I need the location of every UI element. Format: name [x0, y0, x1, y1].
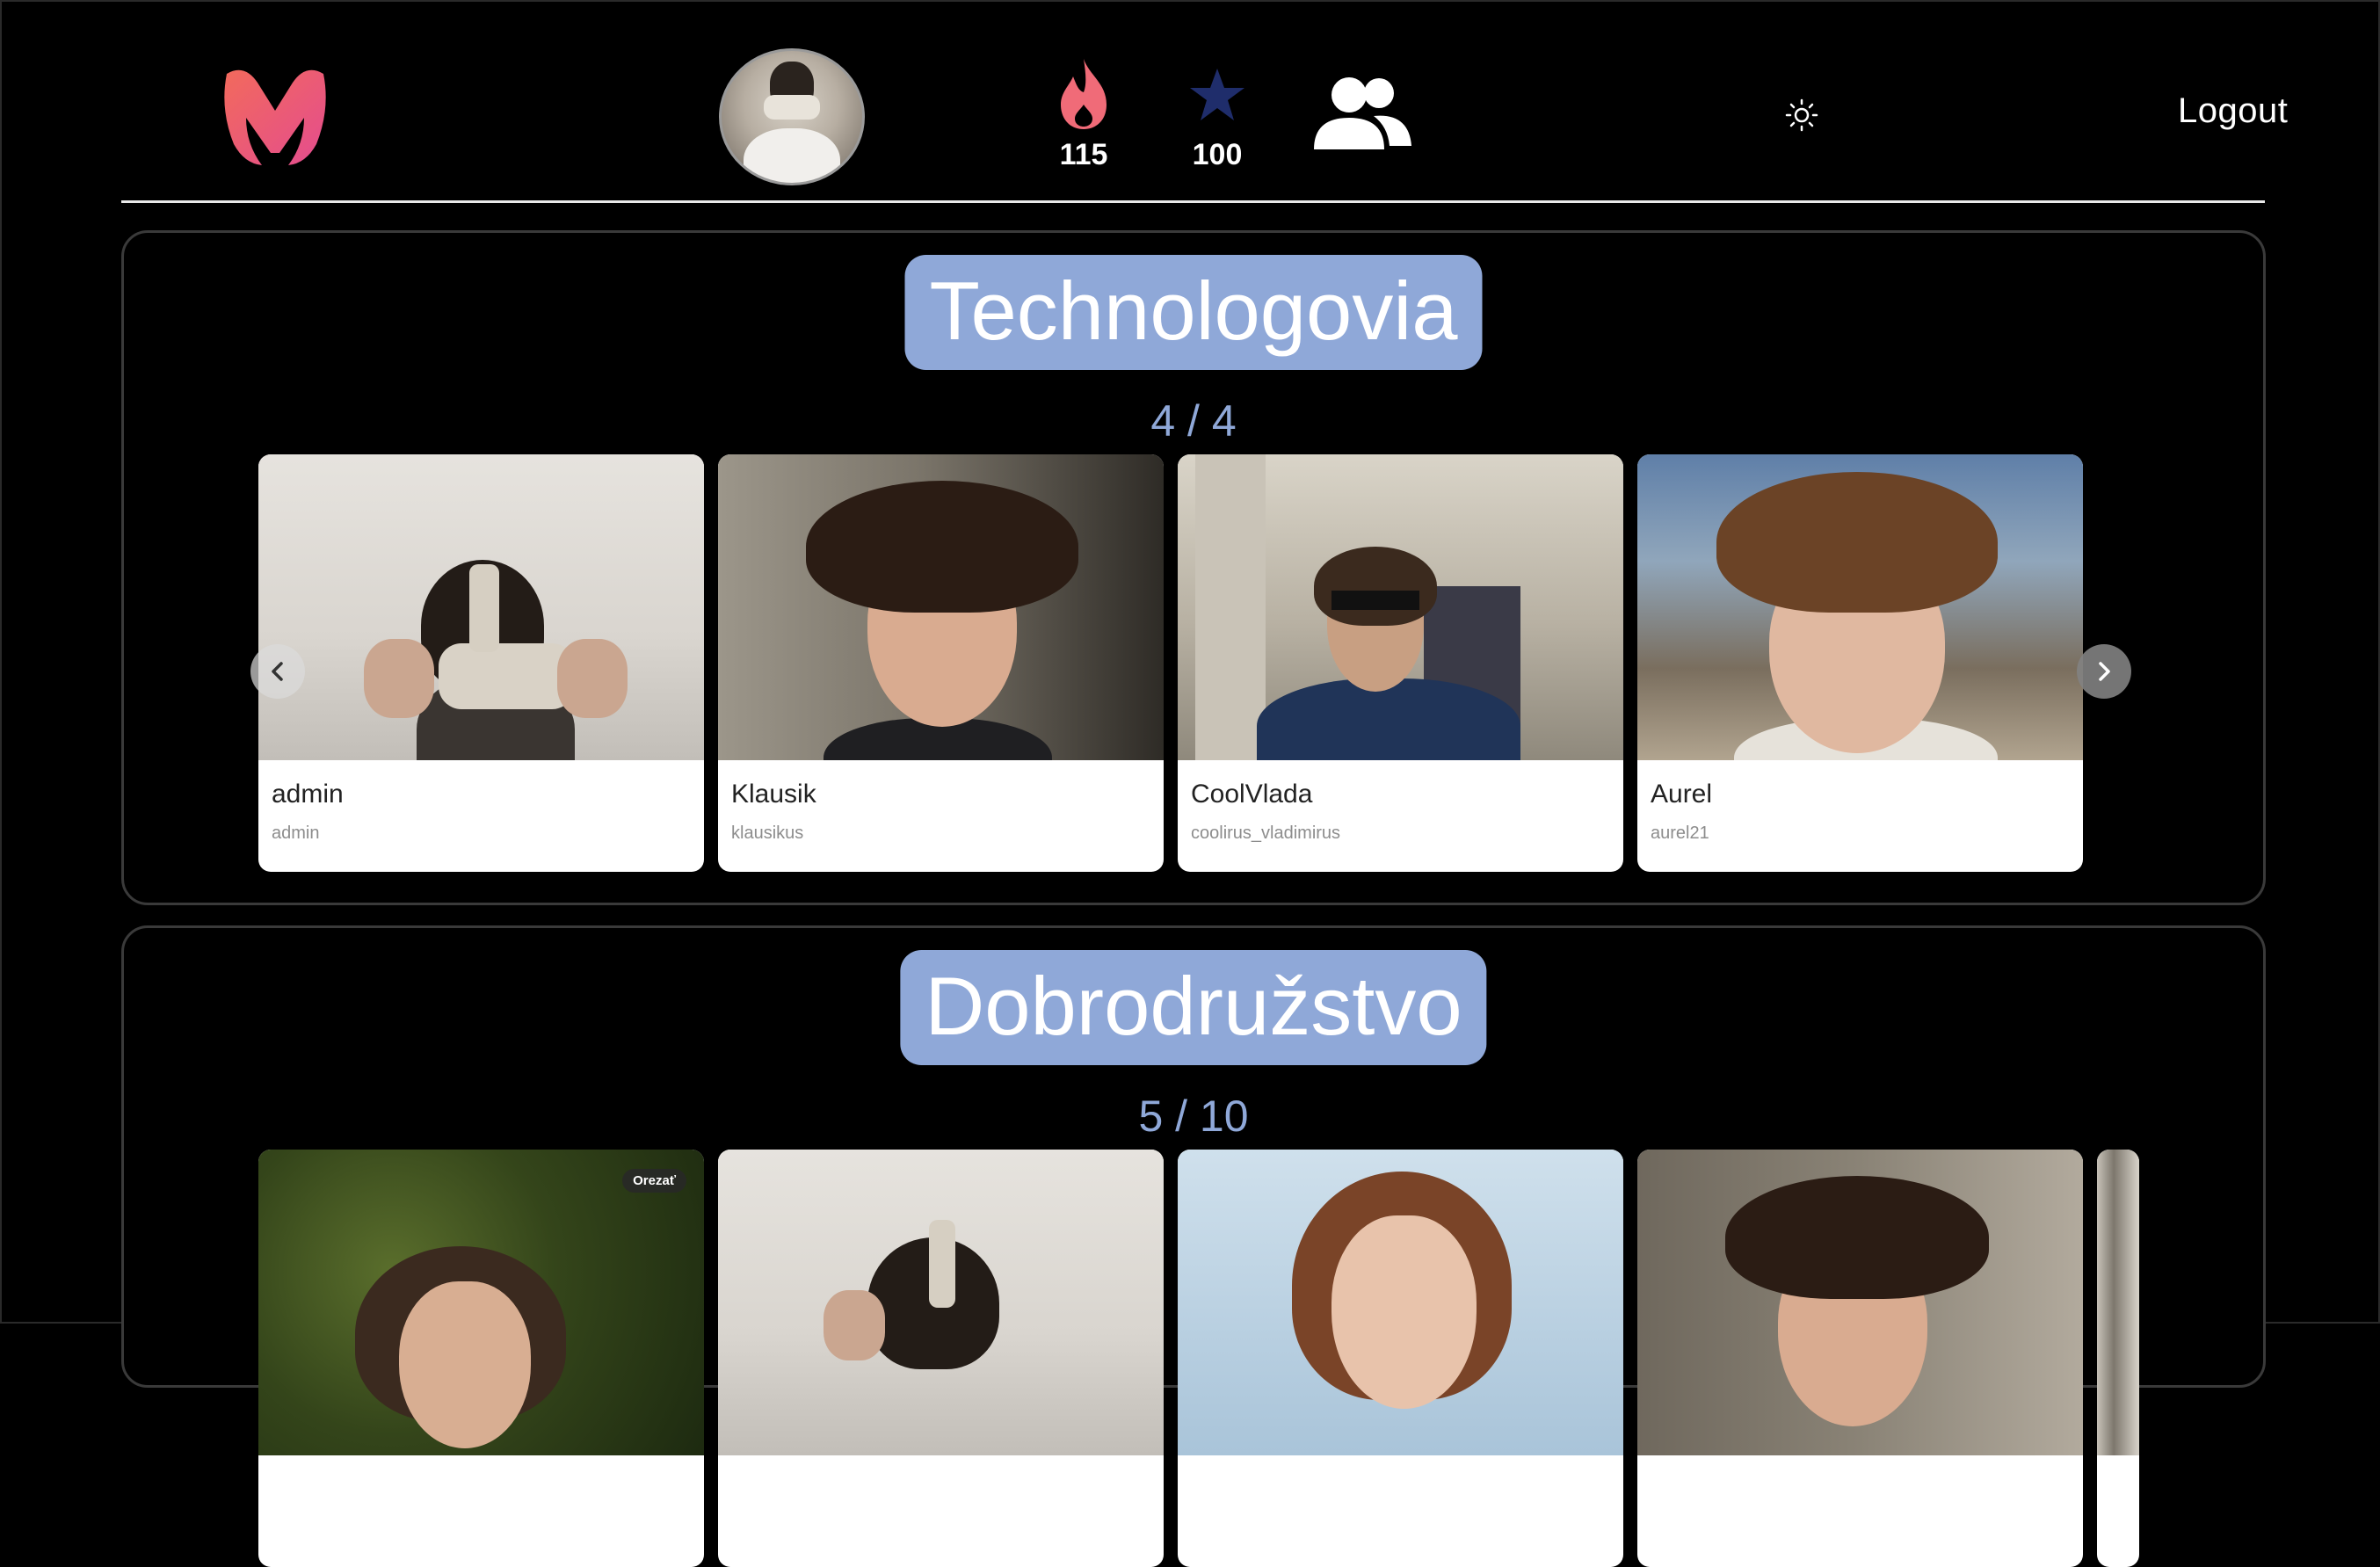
- section-title: Technologovia: [904, 255, 1483, 371]
- streak-stat: 115: [1044, 57, 1123, 172]
- top-nav: 115 100 Logout: [121, 0, 2288, 203]
- profile-photo: [258, 1150, 704, 1455]
- friends-icon[interactable]: [1312, 72, 1413, 156]
- profile-card[interactable]: [1637, 1150, 2083, 1567]
- card-name: admin: [272, 780, 344, 809]
- profile-photo: [718, 1150, 1164, 1455]
- card-username: admin: [272, 823, 320, 843]
- profile-photo: [2097, 1150, 2139, 1455]
- profile-card[interactable]: [718, 1150, 1164, 1567]
- section-count: 5 / 10: [1138, 1092, 1249, 1141]
- profile-photo: [718, 454, 1164, 760]
- fire-icon: [1061, 59, 1107, 129]
- profile-card[interactable]: admin admin: [258, 454, 704, 872]
- card-username: coolirus_vladimirus: [1191, 823, 1341, 843]
- crop-badge[interactable]: Orezať: [622, 1169, 686, 1193]
- points-stat: 100: [1178, 57, 1257, 172]
- carousel-prev-button[interactable]: [250, 644, 305, 699]
- chevron-right-icon: [2099, 662, 2110, 681]
- profile-card[interactable]: Klausik klausikus: [718, 454, 1164, 872]
- logo-icon[interactable]: [218, 56, 332, 170]
- fire-count: 115: [1059, 138, 1108, 171]
- card-username: klausikus: [731, 823, 804, 843]
- category-section: Dobrodružstvo 5 / 10 Orezať: [121, 925, 2266, 1567]
- profile-photo: [258, 454, 704, 760]
- sun-icon[interactable]: [1785, 98, 1818, 132]
- section-title: Dobrodružstvo: [900, 950, 1487, 1066]
- logout-button[interactable]: Logout: [2178, 91, 2288, 131]
- card-username: aurel21: [1651, 823, 1709, 843]
- card-name: Klausik: [731, 780, 816, 809]
- profile-avatar[interactable]: [719, 48, 865, 185]
- profile-photo: [1178, 454, 1623, 760]
- profile-card[interactable]: Aurel aurel21: [1637, 454, 2083, 872]
- profile-card-partial[interactable]: [2097, 1150, 2139, 1567]
- profile-card[interactable]: [1178, 1150, 1623, 1567]
- card-name: Aurel: [1651, 780, 1713, 809]
- profile-photo: [1178, 1150, 1623, 1455]
- section-count: 4 / 4: [1150, 396, 1237, 446]
- profile-card[interactable]: CoolVlada coolirus_vladimirus: [1178, 454, 1623, 872]
- category-section: Technologovia 4 / 4 admin admin Klausik …: [121, 230, 2266, 905]
- chevron-left-icon: [272, 662, 283, 681]
- profile-photo: [1637, 454, 2083, 760]
- star-count: 100: [1192, 138, 1243, 171]
- carousel-next-button[interactable]: [2077, 644, 2131, 699]
- star-icon: [1190, 69, 1244, 120]
- profile-photo: [1637, 1150, 2083, 1455]
- card-name: CoolVlada: [1191, 780, 1313, 809]
- profile-card[interactable]: Orezať: [258, 1150, 704, 1567]
